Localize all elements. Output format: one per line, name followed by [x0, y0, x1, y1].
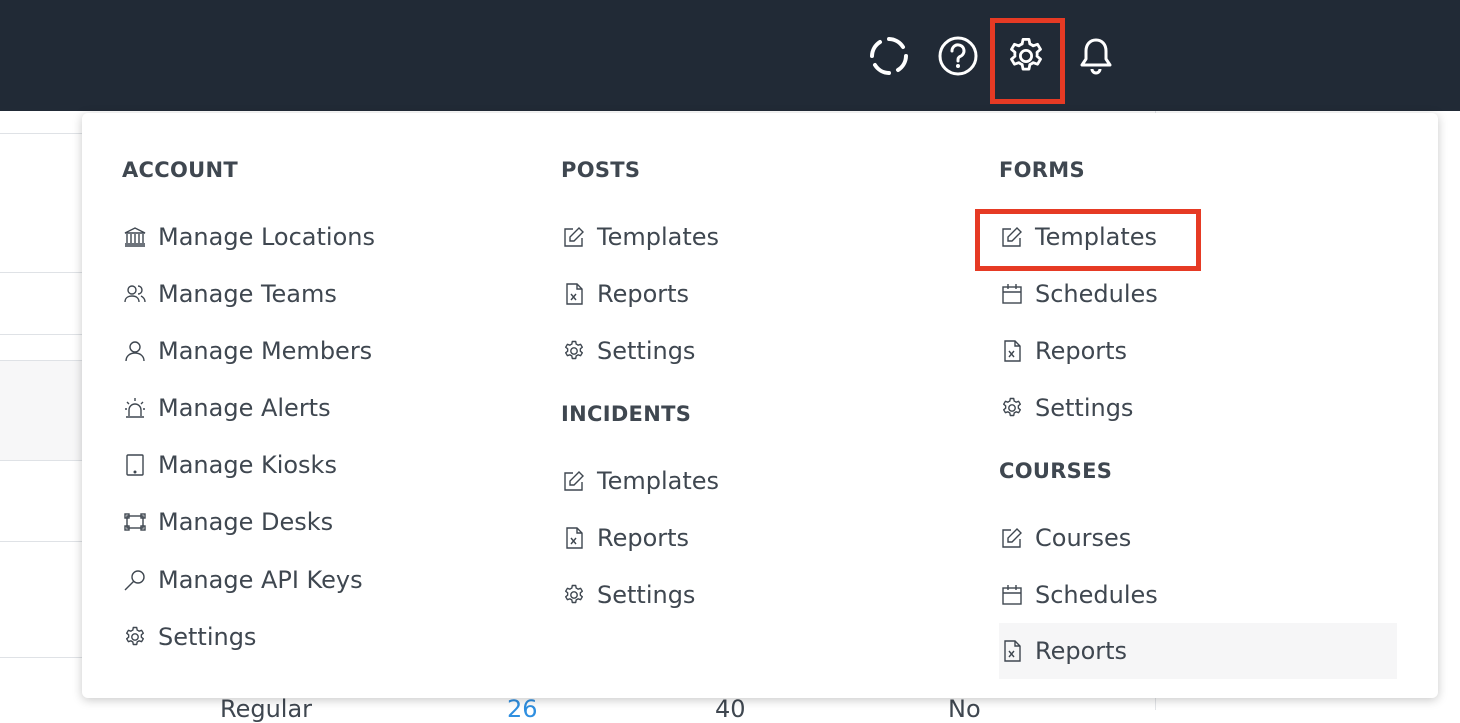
- menu-item-label: Reports: [597, 524, 690, 552]
- gear-icon: [561, 582, 587, 608]
- section-title-posts: POSTS: [561, 158, 641, 182]
- menu-item-label: Manage Locations: [158, 223, 375, 251]
- calendar-icon: [999, 281, 1025, 307]
- menu-item-label: Schedules: [1035, 280, 1158, 308]
- excel-file-icon: [561, 525, 587, 551]
- menu-item-forms-templates[interactable]: Templates: [999, 217, 1157, 257]
- menu-item-label: Manage Kiosks: [158, 451, 337, 479]
- menu-item-incidents-settings[interactable]: Settings: [561, 575, 695, 615]
- gear-icon[interactable]: [1004, 34, 1048, 78]
- background-divider: [0, 541, 82, 542]
- tablet-icon: [122, 452, 148, 478]
- excel-file-icon: [999, 638, 1025, 664]
- calendar-icon: [999, 582, 1025, 608]
- menu-item-label: Manage API Keys: [158, 566, 363, 594]
- background-cell: No: [948, 695, 981, 723]
- person-icon: [122, 338, 148, 364]
- menu-item-manage-members[interactable]: Manage Members: [122, 331, 372, 371]
- menu-item-label: Reports: [597, 280, 690, 308]
- bell-icon[interactable]: [1074, 34, 1118, 78]
- menu-item-manage-teams[interactable]: Manage Teams: [122, 274, 337, 314]
- section-title-courses: COURSES: [999, 459, 1113, 483]
- bank-icon: [122, 224, 148, 250]
- menu-item-label: Reports: [1035, 337, 1128, 365]
- menu-item-forms-schedules[interactable]: Schedules: [999, 274, 1158, 314]
- menu-item-label: Templates: [597, 223, 720, 251]
- menu-item-label: Templates: [597, 467, 720, 495]
- menu-item-account-settings[interactable]: Settings: [122, 617, 256, 657]
- menu-item-label: Manage Desks: [158, 508, 334, 536]
- menu-item-label: Settings: [1035, 394, 1134, 422]
- edit-icon: [561, 224, 587, 250]
- background-divider: [0, 272, 82, 273]
- section-title-incidents: INCIDENTS: [561, 402, 692, 426]
- loading-ring-icon[interactable]: [867, 34, 911, 78]
- edit-icon: [561, 468, 587, 494]
- excel-file-icon: [561, 281, 587, 307]
- help-icon[interactable]: [936, 34, 980, 78]
- background-divider: [0, 360, 82, 361]
- menu-item-label: Settings: [597, 337, 696, 365]
- gear-icon: [561, 338, 587, 364]
- team-icon: [122, 281, 148, 307]
- menu-item-label: Manage Teams: [158, 280, 337, 308]
- menu-item-courses-schedules[interactable]: Schedules: [999, 575, 1158, 615]
- menu-item-manage-desks[interactable]: Manage Desks: [122, 502, 333, 542]
- menu-item-forms-settings[interactable]: Settings: [999, 388, 1133, 428]
- desk-icon: [122, 509, 148, 535]
- background-cell-link[interactable]: 26: [507, 695, 538, 723]
- gear-icon: [999, 395, 1025, 421]
- background-divider: [0, 657, 82, 658]
- menu-item-label: Schedules: [1035, 581, 1158, 609]
- menu-item-label: Manage Members: [158, 337, 373, 365]
- top-navigation-bar: [0, 0, 1460, 111]
- menu-item-label: Templates: [1035, 223, 1158, 251]
- background-divider: [0, 460, 82, 461]
- menu-item-posts-templates[interactable]: Templates: [561, 217, 719, 257]
- menu-item-label: Courses: [1035, 524, 1132, 552]
- menu-item-posts-reports[interactable]: Reports: [561, 274, 689, 314]
- background-cell: Regular: [220, 695, 313, 723]
- gear-icon: [122, 624, 148, 650]
- menu-item-courses-courses[interactable]: Courses: [999, 518, 1131, 558]
- background-shaded-row: [0, 360, 82, 460]
- section-title-forms: FORMS: [999, 158, 1085, 182]
- menu-item-manage-locations[interactable]: Manage Locations: [122, 217, 375, 257]
- edit-icon: [999, 224, 1025, 250]
- menu-item-manage-alerts[interactable]: Manage Alerts: [122, 388, 331, 428]
- settings-dropdown-menu: ACCOUNT Manage Locations Manage Teams Ma…: [82, 113, 1438, 698]
- menu-item-posts-settings[interactable]: Settings: [561, 331, 695, 371]
- background-divider: [0, 133, 82, 134]
- menu-item-courses-reports[interactable]: Reports: [999, 623, 1397, 679]
- background-divider: [0, 334, 82, 335]
- menu-item-label: Settings: [158, 623, 257, 651]
- menu-item-label: Reports: [1035, 637, 1128, 665]
- menu-item-incidents-reports[interactable]: Reports: [561, 518, 689, 558]
- section-title-account: ACCOUNT: [122, 158, 238, 182]
- background-cell: 40: [715, 695, 746, 723]
- key-icon: [122, 567, 148, 593]
- menu-item-manage-api-keys[interactable]: Manage API Keys: [122, 560, 363, 600]
- menu-item-label: Manage Alerts: [158, 394, 331, 422]
- edit-icon: [999, 525, 1025, 551]
- menu-item-forms-reports[interactable]: Reports: [999, 331, 1127, 371]
- menu-item-incidents-templates[interactable]: Templates: [561, 461, 719, 501]
- excel-file-icon: [999, 338, 1025, 364]
- menu-item-manage-kiosks[interactable]: Manage Kiosks: [122, 445, 337, 485]
- menu-item-label: Settings: [597, 581, 696, 609]
- alarm-icon: [122, 395, 148, 421]
